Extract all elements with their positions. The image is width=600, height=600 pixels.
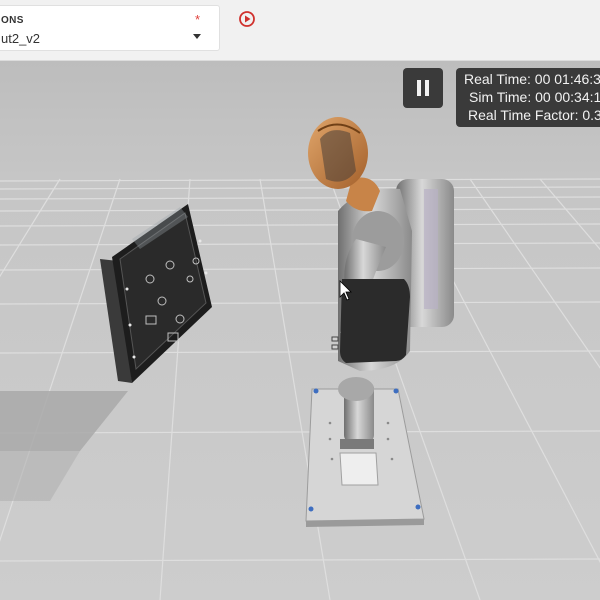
pause-button[interactable] xyxy=(403,68,443,108)
real-time: Real Time: 00 01:46:3 xyxy=(464,71,600,87)
top-bar: ONS * ut2_v2 xyxy=(0,0,600,61)
play-circle-icon[interactable] xyxy=(238,10,256,28)
sim-time: Sim Time: 00 00:34:1 xyxy=(469,89,600,105)
chevron-down-icon[interactable] xyxy=(193,34,201,39)
simulation-selector[interactable]: ONS * ut2_v2 xyxy=(0,5,220,51)
simulation-viewport[interactable] xyxy=(0,61,600,600)
scene-render xyxy=(0,61,600,600)
required-marker: * xyxy=(195,12,201,27)
pause-icon xyxy=(417,80,421,96)
sim-stats-panel: Real Time: 00 01:46:3 Sim Time: 00 00:34… xyxy=(456,68,600,127)
real-time-factor: Real Time Factor: 0.3 xyxy=(468,107,600,123)
selector-label: ONS xyxy=(1,15,24,26)
selector-value: ut2_v2 xyxy=(1,31,41,46)
pause-icon-bar xyxy=(425,80,429,96)
